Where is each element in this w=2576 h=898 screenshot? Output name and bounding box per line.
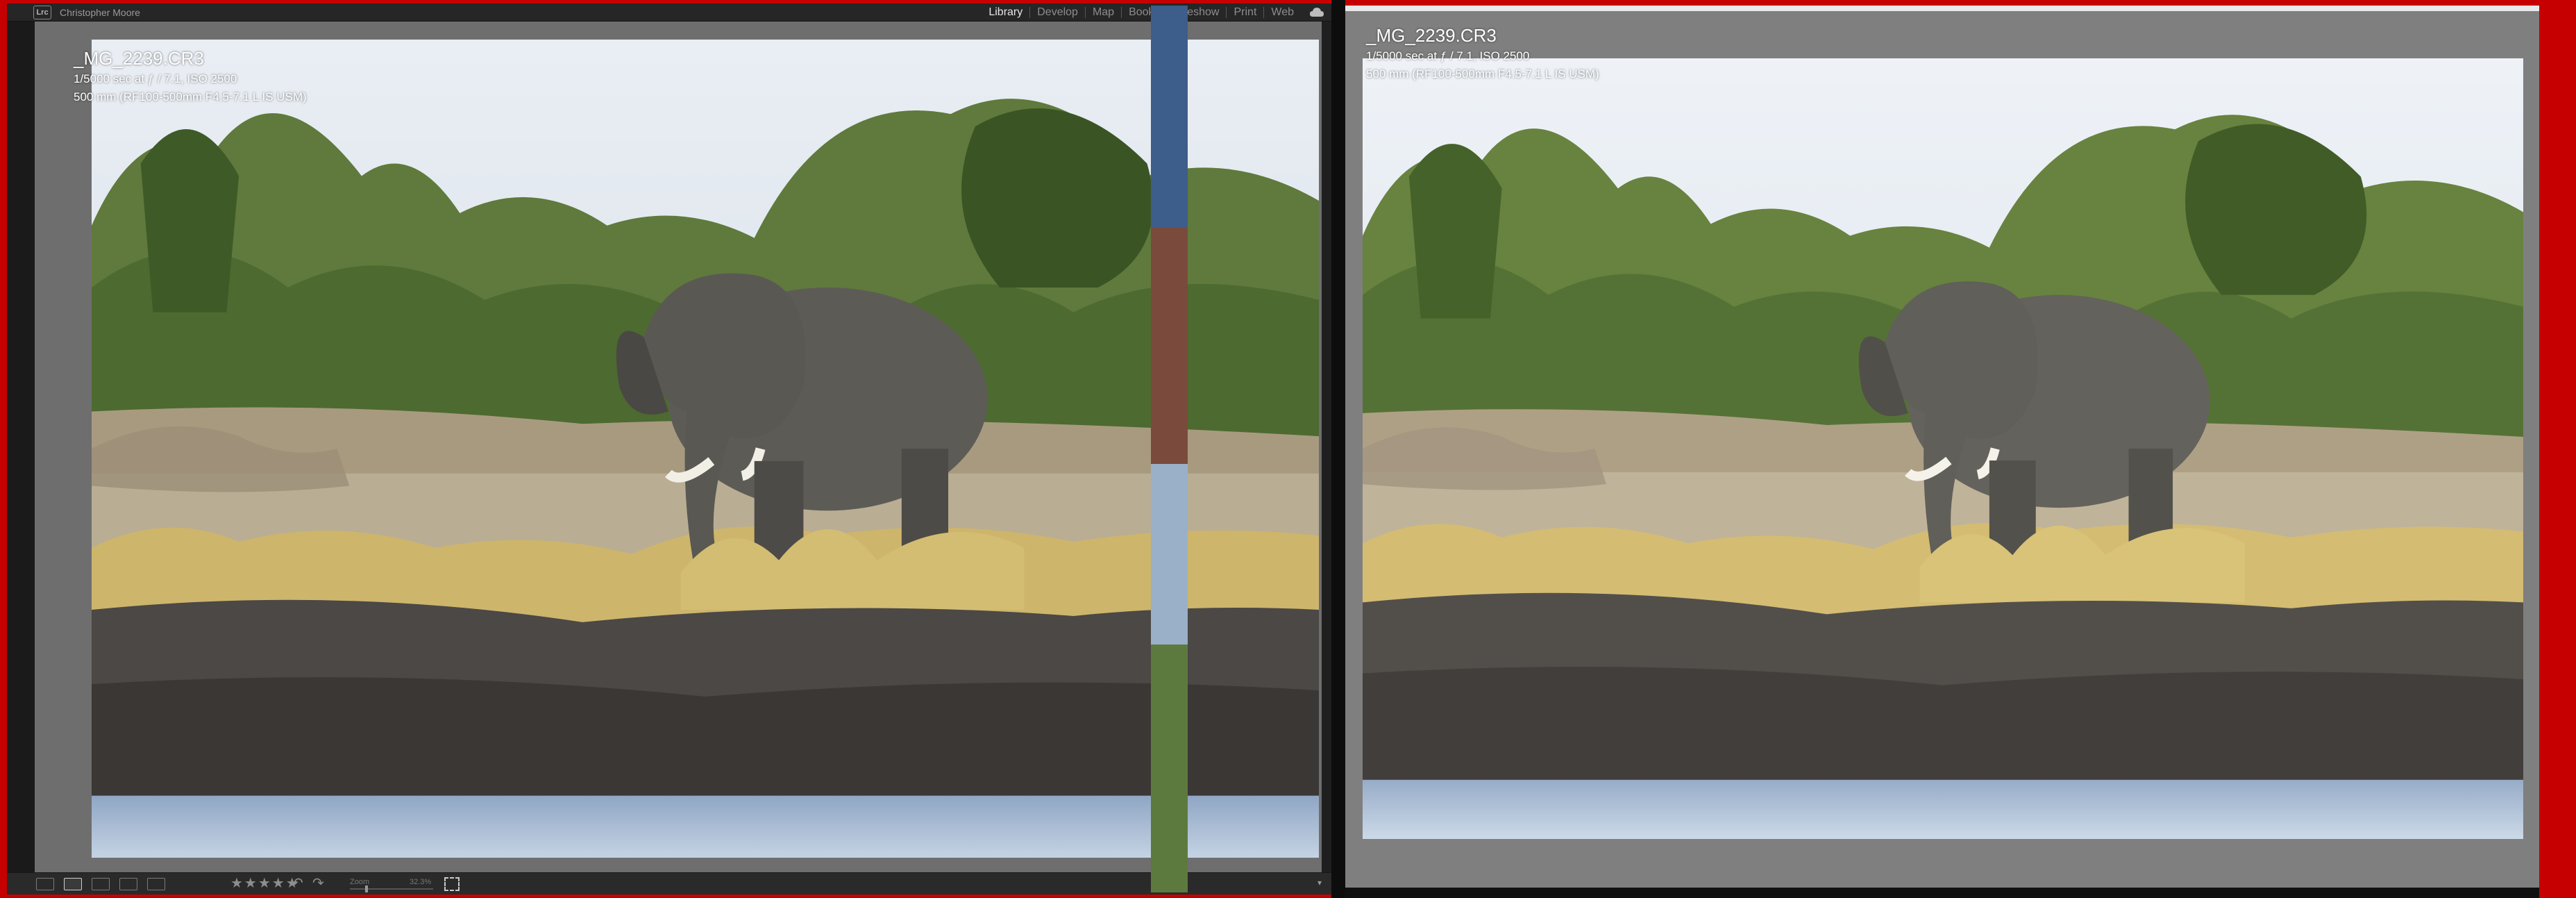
- loupe-info-overlay: _MG_2239.CR3 1/5000 sec at ƒ / 7.1, ISO …: [74, 47, 307, 106]
- rotate-left-icon[interactable]: ↶: [292, 876, 303, 890]
- star-rating[interactable]: ★★★★★: [230, 876, 300, 890]
- module-develop[interactable]: Develop: [1030, 7, 1086, 18]
- window-divider: [1331, 0, 1345, 898]
- info-filename: _MG_2239.CR3: [74, 48, 204, 69]
- module-picker: Library Develop Map Book Slideshow Print…: [982, 3, 1301, 22]
- photo-image: [92, 40, 1319, 858]
- compare-exposure: 1/5000 sec at ƒ / 7.1, ISO 2500: [1366, 49, 1530, 63]
- info-exposure: 1/5000 sec at ƒ / 7.1, ISO 2500: [74, 72, 237, 85]
- compare-view-icon[interactable]: [92, 878, 110, 890]
- fit-screen-icon[interactable]: [444, 877, 460, 891]
- bottom-toolbar: ★★★★★ ↶ ↷ Zoom 32.3% ▾: [7, 872, 1331, 895]
- module-picker-bar: Lrc Christopher Moore Library Develop Ma…: [7, 3, 1331, 22]
- module-map[interactable]: Map: [1086, 7, 1122, 18]
- photo-elephant-compare[interactable]: [1363, 58, 2523, 839]
- photo-elephant[interactable]: [92, 40, 1319, 858]
- zoom-slider-thumb[interactable]: [365, 885, 368, 892]
- background-window-edge: [1151, 6, 1188, 892]
- identity-plate: Christopher Moore: [60, 7, 140, 18]
- left-panel-collapsed[interactable]: [7, 22, 35, 873]
- module-web[interactable]: Web: [1264, 7, 1301, 18]
- compare-lens: 500 mm (RF100-500mm F4.5-7.1 L IS USM): [1366, 67, 1599, 81]
- right-panel-collapsed[interactable]: [1322, 22, 1331, 873]
- module-library[interactable]: Library: [982, 7, 1031, 18]
- rotate-right-icon[interactable]: ↷: [312, 876, 324, 890]
- comparison-window: _MG_2239.CR3 1/5000 sec at ƒ / 7.1, ISO …: [1345, 6, 2539, 888]
- compare-info-overlay: _MG_2239.CR3 1/5000 sec at ƒ / 7.1, ISO …: [1366, 24, 1599, 83]
- module-print[interactable]: Print: [1227, 7, 1265, 18]
- screen: Lrc Christopher Moore Library Develop Ma…: [0, 0, 2576, 898]
- cloud-sync-icon[interactable]: [1309, 7, 1324, 18]
- compare-filename: _MG_2239.CR3: [1366, 25, 1497, 46]
- survey-view-icon[interactable]: [119, 878, 137, 890]
- grid-view-icon[interactable]: [36, 878, 54, 890]
- info-lens: 500 mm (RF100-500mm F4.5-7.1 L IS USM): [74, 90, 307, 103]
- lightroom-window: Lrc Christopher Moore Library Develop Ma…: [7, 3, 1331, 895]
- people-view-icon[interactable]: [147, 878, 165, 890]
- loupe-view-icon[interactable]: [64, 878, 82, 890]
- app-logo: Lrc: [33, 6, 51, 19]
- zoom-value: 32.3%: [410, 878, 432, 886]
- window-titlebar: [1345, 6, 2539, 11]
- photo-image-compare: [1363, 58, 2523, 839]
- zoom-slider[interactable]: [350, 888, 433, 890]
- loupe-view: _MG_2239.CR3 1/5000 sec at ƒ / 7.1, ISO …: [35, 22, 1331, 873]
- toolbar-menu-chevron-icon[interactable]: ▾: [1318, 878, 1322, 888]
- window-bottom-edge: [1345, 888, 2539, 898]
